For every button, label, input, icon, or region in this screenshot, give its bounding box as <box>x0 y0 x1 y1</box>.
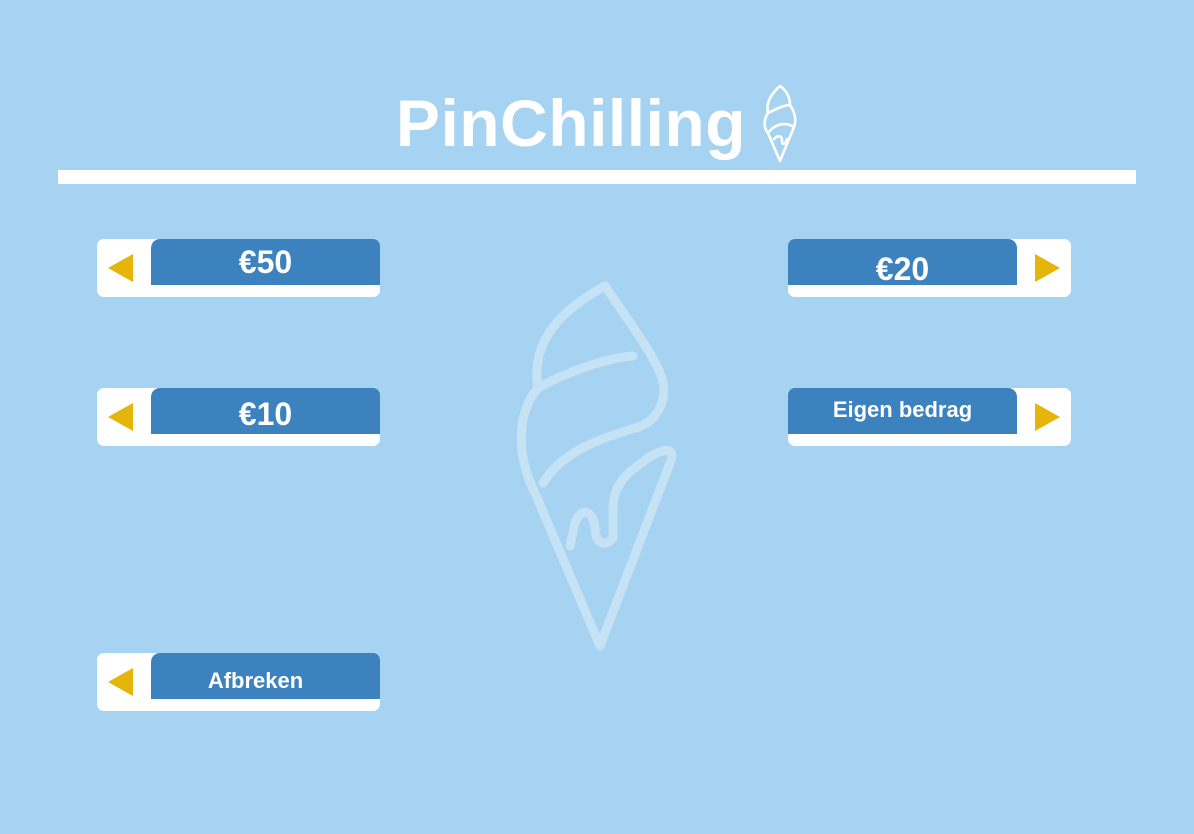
ice-cream-cone-icon <box>516 281 677 651</box>
header-divider <box>58 170 1136 184</box>
custom-amount-bar: Eigen bedrag <box>788 388 1017 434</box>
arrow-right-icon <box>1035 254 1060 282</box>
amount-10-bar: €10 <box>151 388 380 434</box>
arrow-left-icon <box>108 254 133 282</box>
ice-cream-cone-icon <box>763 84 797 163</box>
app-title: PinChilling <box>395 86 747 160</box>
amount-50-button[interactable]: €50 <box>97 239 380 297</box>
amount-20-bar: €20 <box>788 239 1017 287</box>
arrow-left-icon <box>108 668 133 696</box>
amount-10-button[interactable]: €10 <box>97 388 380 446</box>
amount-20-label: €20 <box>875 250 930 287</box>
cancel-button[interactable]: Afbreken <box>97 653 380 711</box>
custom-amount-button[interactable]: Eigen bedrag <box>788 388 1071 446</box>
amount-50-bar: €50 <box>151 239 380 285</box>
amount-20-button[interactable]: €20 <box>788 239 1071 297</box>
arrow-right-icon <box>1035 403 1060 431</box>
amount-50-label: €50 <box>238 243 293 280</box>
cancel-bar: Afbreken <box>151 653 380 699</box>
arrow-left-icon <box>108 403 133 431</box>
header: PinChilling <box>0 78 1194 168</box>
custom-amount-label: Eigen bedrag <box>832 397 973 422</box>
cancel-label: Afbreken <box>207 668 304 693</box>
amount-10-label: €10 <box>238 395 293 432</box>
